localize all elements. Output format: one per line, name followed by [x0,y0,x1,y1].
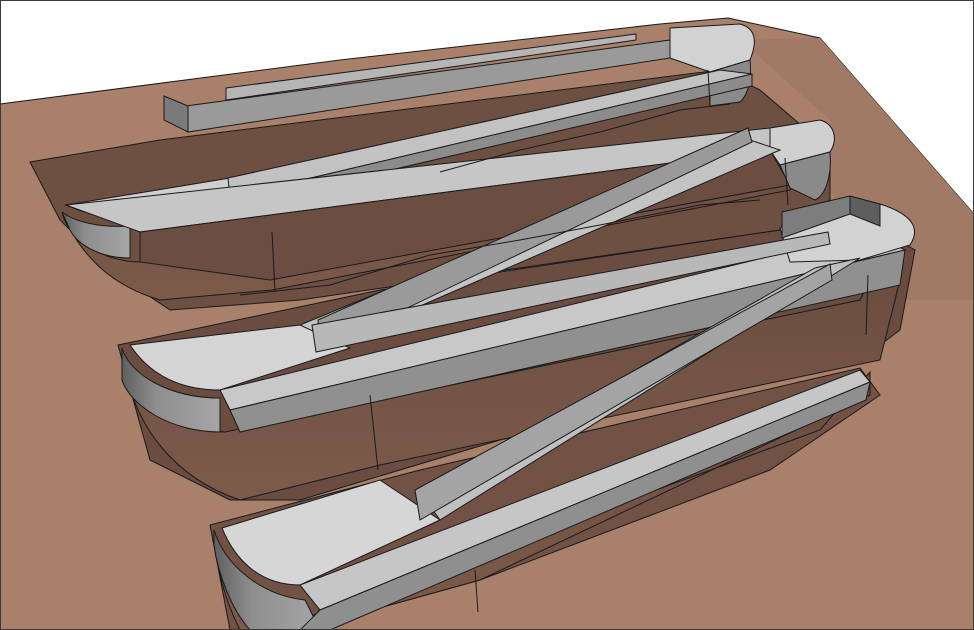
switchback-ramp-model[interactable] [0,0,974,630]
model-viewport[interactable] [0,0,974,630]
